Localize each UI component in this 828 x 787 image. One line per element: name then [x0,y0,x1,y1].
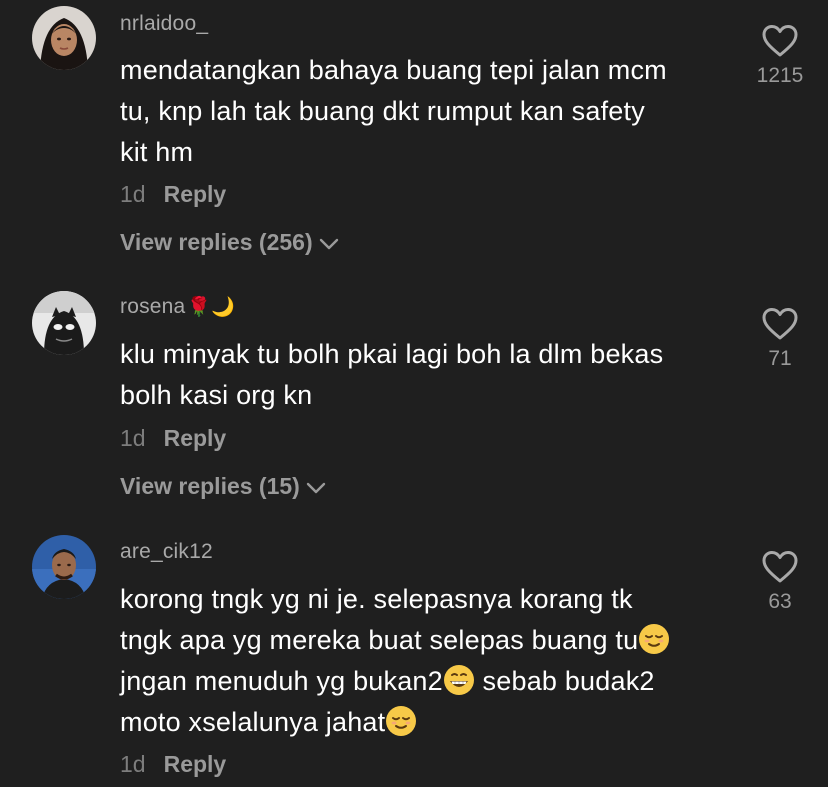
comment-text-segment: moto xselalunya jahat [120,707,386,737]
avatar[interactable] [32,291,96,355]
comment-text: korong tngk yg ni je. selepasnya korang … [120,579,740,743]
comment-meta: 1d Reply [120,181,226,208]
comment-text-line: bolh kasi org kn [120,380,313,410]
like-control: 71 [748,307,812,371]
comment-text: mendatangkan bahaya buang tepi jalan mcm… [120,50,740,173]
timestamp: 1d [120,181,146,207]
view-replies-label: View replies (15) [120,473,300,499]
username[interactable]: nrlaidoo_ [120,12,208,36]
timestamp: 1d [120,751,146,777]
grinning-face-icon [443,665,474,695]
heart-icon[interactable] [761,550,799,584]
comment-text-line: tngk apa yg mereka buat selepas buang tu [120,620,740,661]
like-count: 71 [768,347,792,370]
username-emoji: 🌹🌙 [187,297,236,318]
profile-photo-icon [32,6,96,70]
comment-text: klu minyak tu bolh pkai lagi boh la dlm … [120,334,740,416]
view-replies-button[interactable]: View replies (256) [120,229,339,256]
comment-text-line: klu minyak tu bolh pkai lagi boh la dlm … [120,339,664,369]
heart-icon[interactable] [761,307,799,341]
comment-text-line: mendatangkan bahaya buang tepi jalan mcm [120,55,667,85]
reply-button[interactable]: Reply [164,425,227,451]
avatar[interactable] [32,6,96,70]
relieved-face-icon [386,706,417,736]
comment-meta: 1d Reply [120,425,226,452]
comment-text-line: tu, knp lah tak buang dkt rumput kan saf… [120,96,645,126]
like-control: 1215 [748,24,812,88]
comment-text-segment: tngk apa yg mereka buat selepas buang tu [120,625,639,655]
view-replies-button[interactable]: View replies (15) [120,473,326,500]
comment-text-line: kit hm [120,137,194,167]
comment-text-segment: sebab budak2 [474,666,655,696]
username[interactable]: are_cik12 [120,540,213,564]
timestamp: 1d [120,425,146,451]
username-label: rosena [120,295,186,318]
chevron-down-icon [319,238,338,250]
username[interactable]: rosena 🌹🌙 [120,295,235,319]
reply-button[interactable]: Reply [164,181,227,207]
profile-photo-icon [32,291,96,355]
comment-text-line: jngan menuduh yg bukan2 sebab budak2 [120,661,740,702]
heart-icon[interactable] [761,24,799,58]
like-control: 63 [748,550,812,614]
comment-text-line: moto xselalunya jahat [120,702,740,743]
chevron-down-icon [306,482,326,494]
relieved-face-icon [639,624,670,654]
like-count: 1215 [756,64,804,87]
view-replies-label: View replies (256) [120,229,313,255]
comment-text-segment: jngan menuduh yg bukan2 [120,666,443,696]
comment-text-line: korong tngk yg ni je. selepasnya korang … [120,584,633,614]
comment-meta: 1d Reply [120,751,226,778]
reply-button[interactable]: Reply [164,751,227,777]
avatar[interactable] [32,535,96,599]
like-count: 63 [768,590,792,613]
profile-photo-icon [32,535,96,599]
